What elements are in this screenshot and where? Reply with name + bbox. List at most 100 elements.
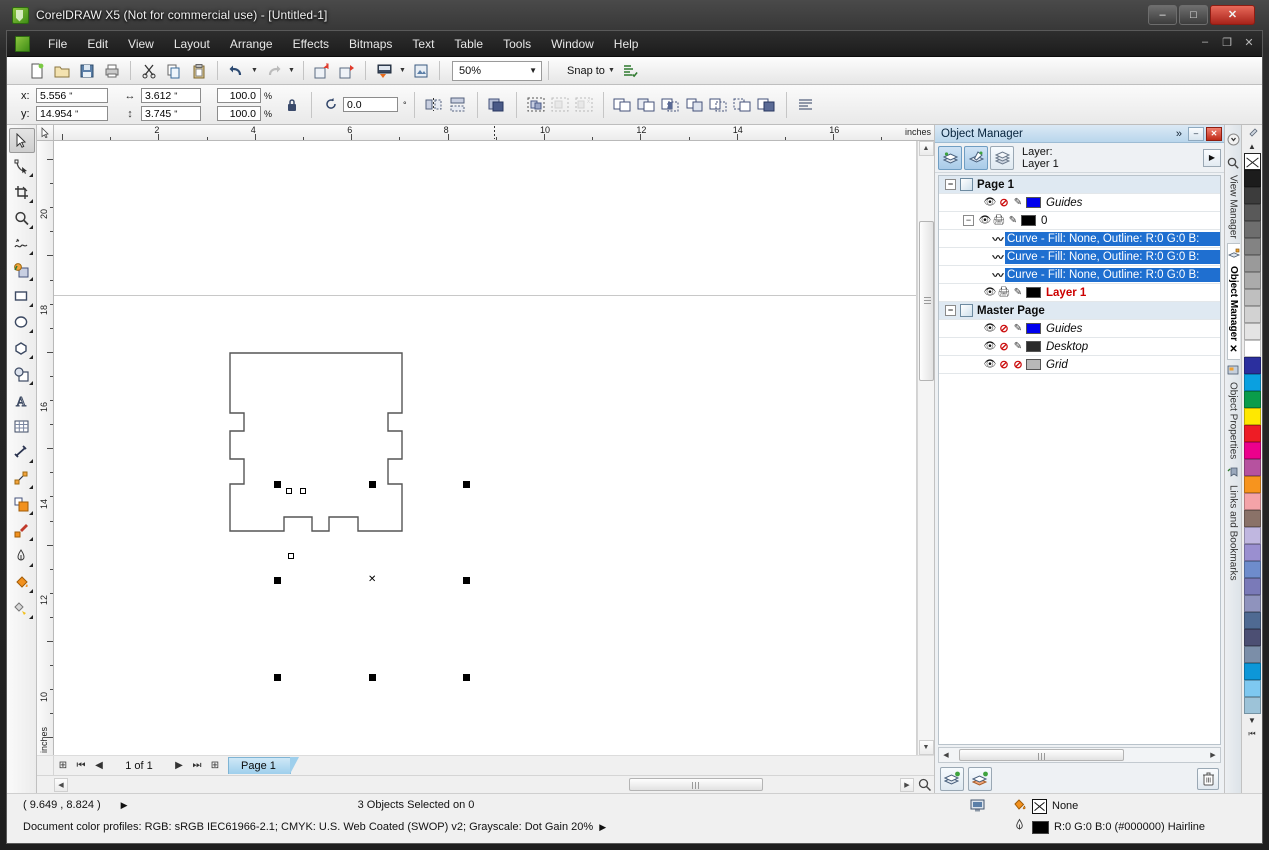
layer-color-swatch[interactable] [1026, 359, 1041, 370]
selection-handle-bottom-left[interactable] [274, 674, 281, 681]
palette-color-swatch[interactable] [1244, 289, 1261, 306]
scale-vertical-field[interactable]: 100.0 [217, 106, 261, 121]
new-layer-view-button[interactable] [938, 146, 962, 170]
palette-color-swatch[interactable] [1244, 340, 1261, 357]
front-minus-back-icon[interactable] [707, 93, 731, 116]
save-document-icon[interactable] [75, 59, 99, 82]
pen-icon[interactable]: ✎ [1011, 323, 1025, 334]
pen-icon[interactable]: ✎ [1011, 197, 1025, 208]
flyout-arrow-icon[interactable] [29, 199, 33, 203]
restore-button[interactable]: □ [1179, 5, 1208, 25]
palette-color-swatch[interactable] [1244, 629, 1261, 646]
snap-to-dropdown-icon[interactable]: ▼ [606, 59, 617, 82]
horizontal-ruler[interactable]: inches 246810121416 [54, 125, 934, 141]
paste-icon[interactable] [187, 59, 211, 82]
fill-status-row[interactable]: None [1012, 797, 1078, 815]
x-position-field[interactable]: 5.556 " [36, 88, 108, 103]
smart-fill-tool[interactable] [9, 258, 35, 283]
no-print-icon[interactable]: ⊘ [997, 196, 1011, 209]
snap-to-button[interactable]: Snap to [567, 65, 605, 77]
coordinates-expand-icon[interactable]: ▶ [121, 800, 128, 811]
last-page-icon[interactable]: ⏭ [188, 760, 206, 771]
palette-color-swatch[interactable] [1244, 221, 1261, 238]
scroll-up-button[interactable]: ▲ [919, 141, 934, 156]
fill-none-swatch[interactable] [1032, 799, 1047, 814]
tree-row-curve-object[interactable]: 〰 Curve - Fill: None, Outline: R:0 G:0 B… [939, 230, 1220, 248]
docker-tab-object-manager[interactable]: Object Manager ✕ [1227, 243, 1240, 360]
table-tool[interactable] [9, 414, 35, 439]
palette-color-swatch[interactable] [1244, 510, 1261, 527]
menu-edit[interactable]: Edit [77, 34, 118, 54]
to-front-icon[interactable] [485, 93, 509, 116]
scroll-down-button[interactable]: ▼ [919, 740, 934, 755]
canvas-horizontal-scrollbar[interactable]: ◀ ▶ [37, 775, 934, 793]
expander-icon[interactable]: − [945, 305, 956, 316]
ruler-origin-corner[interactable] [37, 125, 54, 141]
palette-color-swatch[interactable] [1244, 646, 1261, 663]
docker-collapse-icon[interactable] [1227, 133, 1240, 149]
insert-page-after-icon[interactable]: ⊞ [206, 760, 224, 771]
tree-row-layer-1[interactable]: 👁 🖨 ✎ Layer 1 [939, 284, 1220, 302]
flyout-arrow-icon[interactable] [29, 485, 33, 489]
menu-tools[interactable]: Tools [493, 34, 541, 54]
tree-row-master-guides[interactable]: 👁 ⊘ ✎ Guides [939, 320, 1220, 338]
layer-color-swatch[interactable] [1026, 287, 1041, 298]
docker-horizontal-scrollbar[interactable]: ◀ ▶ [938, 747, 1221, 763]
flyout-arrow-icon[interactable] [29, 277, 33, 281]
close-button[interactable]: ✕ [1210, 5, 1255, 25]
y-position-field[interactable]: 14.954 " [36, 106, 108, 121]
flyout-arrow-icon[interactable] [29, 381, 33, 385]
application-launcher-icon[interactable] [372, 59, 396, 82]
flyout-arrow-icon[interactable] [29, 459, 33, 463]
vertical-scroll-thumb[interactable] [919, 221, 934, 381]
no-print-icon[interactable]: ⊘ [997, 358, 1011, 371]
chevron-down-icon[interactable]: ▼ [529, 62, 537, 80]
mdi-close-button[interactable]: ✕ [1242, 36, 1256, 49]
text-tool[interactable]: A [9, 388, 35, 413]
color-eyedropper-tool[interactable] [9, 518, 35, 543]
print-icon[interactable]: 🖨 [992, 215, 1006, 226]
pick-tool[interactable] [9, 128, 35, 153]
undo-icon[interactable] [224, 59, 248, 82]
layer-color-swatch[interactable] [1026, 197, 1041, 208]
palette-color-swatch[interactable] [1244, 595, 1261, 612]
pen-icon[interactable]: ✎ [1011, 341, 1025, 352]
tree-row-desktop[interactable]: 👁 ⊘ ✎ Desktop [939, 338, 1220, 356]
insert-page-before-icon[interactable]: ⊞ [54, 760, 72, 771]
palette-color-swatch[interactable] [1244, 374, 1261, 391]
rectangle-tool[interactable] [9, 284, 35, 309]
launcher-dropdown-icon[interactable]: ▼ [397, 59, 408, 82]
docker-scroll-left-icon[interactable]: ◀ [939, 751, 953, 759]
palette-color-swatch[interactable] [1244, 323, 1261, 340]
dimension-tool[interactable] [9, 440, 35, 465]
print-icon[interactable]: 🖨 [997, 287, 1011, 298]
shape-tool[interactable] [9, 154, 35, 179]
new-master-layer-button[interactable] [968, 767, 992, 791]
palette-color-swatch[interactable] [1244, 408, 1261, 425]
pen-icon[interactable]: ✎ [1006, 215, 1020, 226]
canvas-vertical-scrollbar[interactable]: ▲ ▼ [917, 141, 934, 755]
path-node-second[interactable] [300, 488, 306, 494]
crop-tool[interactable] [9, 180, 35, 205]
layer-color-swatch[interactable] [1026, 341, 1041, 352]
flyout-arrow-icon[interactable] [29, 355, 33, 359]
layer-color-swatch[interactable] [1021, 215, 1036, 226]
menu-arrange[interactable]: Arrange [220, 34, 283, 54]
flyout-arrow-icon[interactable] [29, 329, 33, 333]
palette-no-color-swatch[interactable] [1244, 153, 1261, 170]
flyout-arrow-icon[interactable] [29, 589, 33, 593]
mdi-minimize-button[interactable]: – [1198, 36, 1212, 49]
flyout-arrow-icon[interactable] [29, 511, 33, 515]
palette-color-swatch[interactable] [1244, 527, 1261, 544]
palette-color-swatch[interactable] [1244, 425, 1261, 442]
print-document-icon[interactable] [100, 59, 124, 82]
corel-online-icon[interactable] [409, 59, 433, 82]
mdi-restore-button[interactable]: ❐ [1220, 36, 1234, 49]
eye-icon[interactable]: 👁 [983, 323, 997, 334]
export-icon[interactable] [335, 59, 359, 82]
selection-handle-bottom-center[interactable] [369, 674, 376, 681]
palette-color-swatch[interactable] [1244, 476, 1261, 493]
interactive-fill-tool[interactable] [9, 596, 35, 621]
fill-tool[interactable] [9, 570, 35, 595]
docker-minimize-button[interactable]: – [1188, 127, 1204, 141]
